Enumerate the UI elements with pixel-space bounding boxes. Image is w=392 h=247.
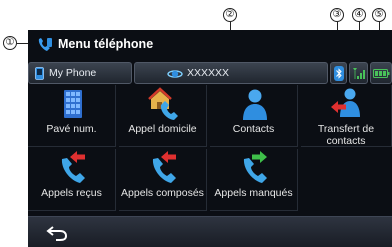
received-calls-icon (61, 151, 85, 183)
callout-2: ② (223, 8, 237, 22)
keypad-label: Pavé num. (46, 123, 97, 135)
transfer-contacts-icon (331, 88, 360, 117)
operator-name: XXXXXX (187, 67, 230, 79)
transfer-contacts-label: Transfert de contacts (317, 123, 375, 147)
callout-1: ① (3, 36, 17, 50)
contacts-label: Contacts (232, 123, 275, 135)
transfer-contacts-button[interactable]: Transfert de contacts (301, 85, 392, 147)
callout-4: ④ (352, 8, 366, 22)
dialed-calls-label: Appels composés (121, 187, 204, 199)
dialed-calls-icon (152, 151, 176, 183)
received-calls-label: Appels reçus (41, 187, 102, 199)
signal-indicator (349, 62, 368, 84)
signal-strength-icon (353, 68, 365, 79)
dialed-calls-button[interactable]: Appels composés (119, 149, 207, 211)
status-bar: My Phone XXXXXX (28, 62, 392, 84)
footer-bar (28, 216, 392, 247)
back-button[interactable] (44, 223, 70, 243)
page-title: Menu téléphone (58, 37, 154, 51)
keypad-button[interactable]: Pavé num. (28, 85, 116, 147)
keypad-icon (64, 90, 82, 118)
battery-indicator (370, 62, 392, 84)
contacts-icon (243, 89, 267, 120)
bluetooth-indicator (330, 62, 347, 84)
device-name: My Phone (49, 67, 97, 79)
callout-5: ⑤ (372, 8, 386, 22)
bluetooth-icon (334, 66, 344, 81)
home-call-icon (148, 87, 178, 120)
network-operator-icon (167, 70, 183, 78)
missed-calls-icon (243, 151, 267, 183)
phone-menu-screen: Menu téléphone My Phone XXXXXX Pavé num.… (28, 30, 392, 247)
contacts-button[interactable]: Contacts (210, 85, 298, 147)
callout-3: ③ (330, 8, 344, 22)
missed-calls-button[interactable]: Appels manqués (210, 149, 298, 211)
back-arrow-icon (46, 226, 68, 241)
operator-field: XXXXXX (134, 62, 328, 84)
received-calls-button[interactable]: Appels reçus (28, 149, 116, 211)
title-bar: Menu téléphone (28, 30, 392, 60)
battery-icon (373, 69, 390, 78)
missed-calls-label: Appels manqués (214, 187, 293, 199)
phone-menu-icon (38, 38, 52, 51)
home-call-button[interactable]: Appel domicile (119, 85, 207, 147)
phone-device-icon (35, 67, 44, 80)
home-call-label: Appel domicile (128, 123, 197, 135)
device-name-field[interactable]: My Phone (28, 62, 132, 84)
